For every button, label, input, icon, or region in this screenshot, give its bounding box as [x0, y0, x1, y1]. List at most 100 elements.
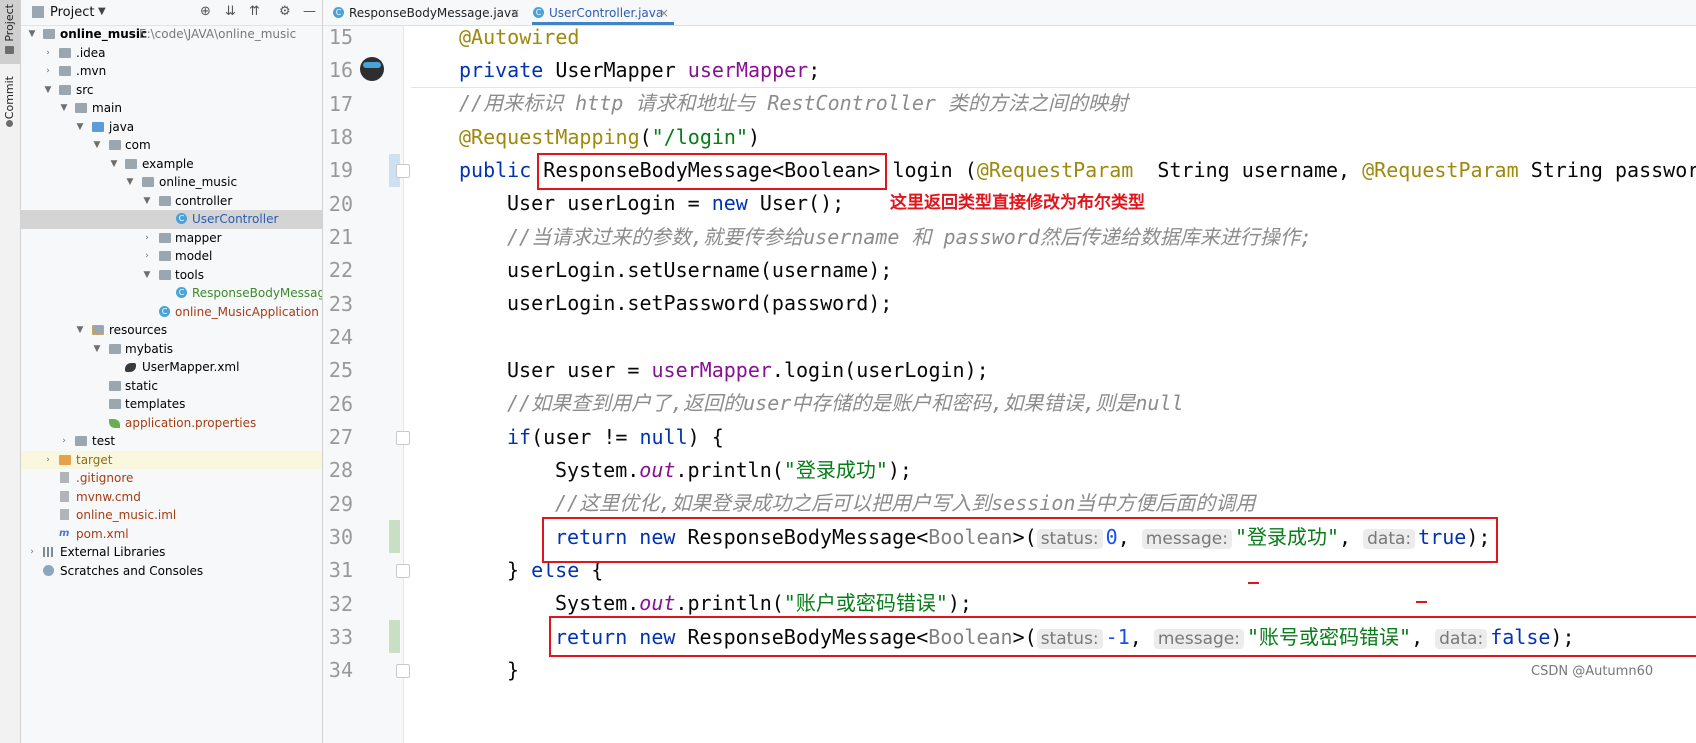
- minimize-icon[interactable]: —: [303, 4, 316, 20]
- code-line-26: //如果查到用户了,返回的user中存储的是账户和密码,如果错误,则是null: [507, 387, 1184, 420]
- gear-icon[interactable]: ⚙: [279, 4, 291, 20]
- annotation-note: 这里返回类型直接修改为布尔类型: [890, 193, 1145, 213]
- package-icon: [159, 195, 171, 206]
- annotation-mark: [1416, 601, 1427, 603]
- tree-item[interactable]: ▼ resources: [21, 321, 322, 340]
- tree-item[interactable]: ▼ mybatis: [21, 340, 322, 359]
- code-token: userMapper: [687, 58, 809, 82]
- code-comment: //当请求过来的参数,就要传参给username 和 password然后传递给…: [507, 225, 1312, 249]
- expand-arrow-icon[interactable]: ▼: [43, 81, 53, 99]
- folder-icon: [59, 66, 71, 76]
- tree-item[interactable]: › External Libraries: [21, 543, 322, 562]
- line-number: 30: [328, 525, 353, 549]
- expand-arrow-icon[interactable]: ▼: [75, 321, 85, 339]
- code-token: @Autowired: [459, 26, 580, 49]
- tree-item-label: example: [142, 156, 194, 171]
- folder-icon: [59, 84, 71, 95]
- tree-item[interactable]: Scratches and Consoles: [21, 562, 322, 581]
- expand-arrow-icon[interactable]: ▼: [92, 340, 102, 358]
- tree-item[interactable]: ▼ main: [21, 99, 322, 118]
- expand-arrow-icon[interactable]: ▼: [142, 266, 152, 284]
- tree-item[interactable]: UserMapper.xml: [21, 358, 322, 377]
- tree-item[interactable]: C online_MusicApplication: [21, 303, 322, 322]
- expand-arrow-icon[interactable]: ▼: [109, 155, 119, 173]
- tree-item[interactable]: › test: [21, 432, 322, 451]
- tree-item-label: .gitignore: [76, 471, 134, 485]
- expand-arrow-icon[interactable]: ▼: [75, 118, 85, 136]
- tree-item[interactable]: ▼ online_music: [21, 173, 322, 192]
- tab-responsebodymessage[interactable]: C ResponseBodyMessage.java ×: [333, 0, 523, 25]
- tree-item[interactable]: ▼ java: [21, 118, 322, 137]
- expand-arrow-icon[interactable]: ▼: [142, 192, 152, 210]
- collapse-arrow-icon[interactable]: ›: [142, 247, 152, 265]
- tree-item[interactable]: templates: [21, 395, 322, 414]
- tree-item[interactable]: › target: [21, 450, 322, 469]
- tree-item[interactable]: ▼ example: [21, 155, 322, 174]
- collapse-arrow-icon[interactable]: ›: [43, 451, 53, 469]
- tab-usercontroller[interactable]: C UserController.java ×: [532, 0, 674, 25]
- vcs-change-marker[interactable]: [389, 520, 400, 553]
- commit-tool-tab[interactable]: Commit: [0, 76, 20, 136]
- code-line-23: userLogin.setPassword(password);: [507, 287, 892, 320]
- tree-item[interactable]: .gitignore: [21, 469, 322, 488]
- chevron-down-icon[interactable]: ▼: [98, 6, 106, 17]
- collapse-arrow-icon[interactable]: ›: [142, 229, 152, 247]
- tree-item-label: application.properties: [125, 415, 257, 430]
- expand-arrow-icon[interactable]: ▼: [125, 173, 135, 191]
- tree-item-label: controller: [175, 193, 233, 208]
- tree-item[interactable]: application.properties: [21, 414, 322, 433]
- line-number: 22: [328, 258, 353, 282]
- collapse-arrow-icon[interactable]: ›: [43, 44, 53, 62]
- tree-item[interactable]: ▼ tools: [21, 266, 322, 285]
- collapse-all-icon[interactable]: ⇈: [249, 4, 260, 20]
- code-token: System.: [555, 591, 640, 615]
- close-icon[interactable]: ×: [510, 0, 520, 26]
- project-panel: Project ▼ ⊕ ⇊ ⇈ ⚙ — ▼ online_music E:\co…: [21, 0, 323, 743]
- locate-icon[interactable]: ⊕: [200, 4, 211, 20]
- tree-item[interactable]: online_music.iml: [21, 506, 322, 525]
- editor-gutter: 15 16 17 18 19 20 21 22 23 24 25 26 27 2…: [323, 25, 404, 743]
- tree-item[interactable]: static: [21, 377, 322, 396]
- collapse-arrow-icon[interactable]: ›: [59, 432, 69, 450]
- code-comment: //用来标识 http 请求和地址与 RestController 类的方法之间…: [459, 91, 1128, 115]
- bean-navigation-icon[interactable]: [360, 57, 384, 81]
- tree-item[interactable]: ▼ src: [21, 81, 322, 100]
- highlight-box-failure-return: [549, 616, 1696, 657]
- expand-arrow-icon[interactable]: ▼: [27, 25, 37, 43]
- collapse-arrow-icon[interactable]: ›: [43, 62, 53, 80]
- expand-arrow-icon[interactable]: ▼: [92, 136, 102, 154]
- tree-item[interactable]: › model: [21, 247, 322, 266]
- tree-item[interactable]: ▼ controller: [21, 192, 322, 211]
- package-icon: [159, 269, 171, 280]
- tree-item-label: resources: [109, 323, 168, 337]
- project-panel-title[interactable]: Project: [50, 5, 94, 20]
- tree-item[interactable]: mvnw.cmd: [21, 488, 322, 507]
- tree-item[interactable]: C ResponseBodyMessage: [21, 284, 322, 303]
- code-token: @RequestParam: [976, 158, 1134, 182]
- tree-item[interactable]: › .mvn: [21, 62, 322, 81]
- tree-item[interactable]: m pom.xml: [21, 525, 322, 544]
- code-token: (user !=: [531, 425, 640, 449]
- line-number: 21: [328, 225, 353, 249]
- line-number: 34: [328, 658, 353, 682]
- code-line-28: System.out.println("登录成功");: [555, 454, 912, 487]
- code-token: .login(userLogin);: [771, 358, 989, 382]
- tree-item-label: target: [76, 452, 113, 467]
- tree-item[interactable]: ▼ online_music E:\code\JAVA\online_music: [21, 25, 322, 44]
- collapse-arrow-icon[interactable]: ›: [27, 543, 37, 561]
- tree-item[interactable]: › mapper: [21, 229, 322, 248]
- code-token: @RequestMapping: [459, 125, 640, 149]
- code-token: );: [887, 458, 912, 482]
- tree-item[interactable]: › .idea: [21, 44, 322, 63]
- tree-item-label: .mvn: [76, 64, 107, 78]
- line-number: 28: [328, 458, 353, 482]
- spring-class-icon: C: [159, 305, 170, 317]
- expand-all-icon[interactable]: ⇊: [225, 4, 236, 20]
- tree-item-selected[interactable]: C UserController: [21, 210, 322, 229]
- tree-item[interactable]: ▼ com: [21, 136, 322, 155]
- close-icon[interactable]: ×: [659, 0, 669, 26]
- expand-arrow-icon[interactable]: ▼: [59, 99, 69, 117]
- project-tool-tab[interactable]: Project: [0, 0, 20, 64]
- line-number: 24: [328, 325, 353, 349]
- vcs-change-marker[interactable]: [389, 620, 400, 653]
